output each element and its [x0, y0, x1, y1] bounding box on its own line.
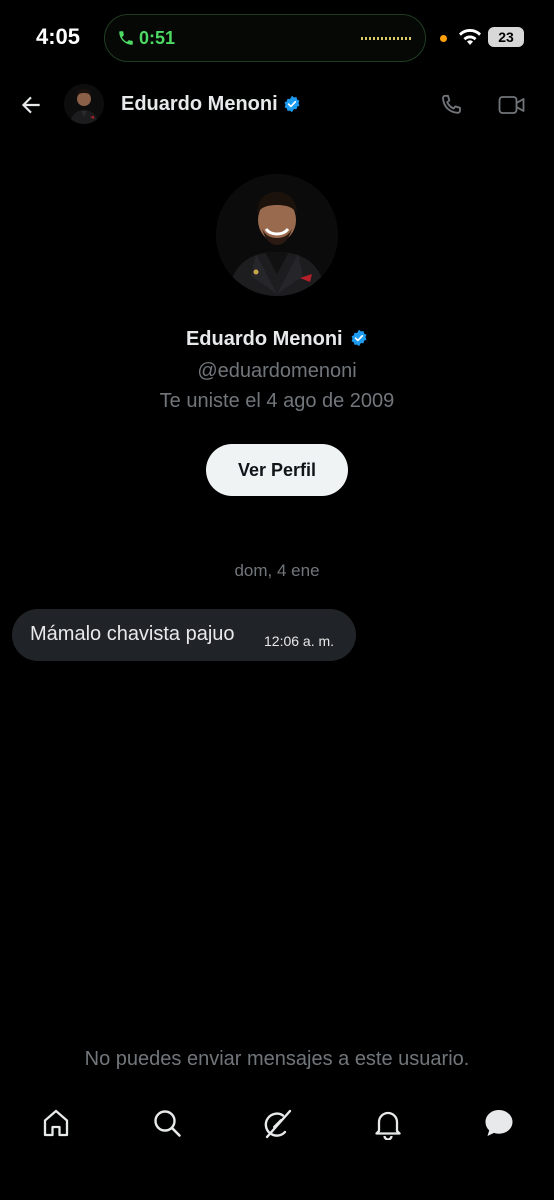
verified-badge-icon [284, 95, 300, 113]
profile-name-row: Eduardo Menoni [0, 328, 554, 351]
message-bubble[interactable]: Mámalo chavista pajuo 12:06 a. m. [12, 609, 356, 661]
view-profile-button[interactable]: Ver Perfil [206, 444, 348, 496]
wifi-icon [459, 28, 481, 45]
grok-icon[interactable] [263, 1108, 293, 1140]
audio-waveform [361, 37, 411, 40]
profile-avatar[interactable] [216, 174, 338, 296]
cannot-message-notice: No puedes enviar mensajes a este usuario… [84, 1048, 470, 1070]
date-separator: dom, 4 ene [234, 561, 320, 580]
active-call-pill[interactable]: 0:51 [104, 14, 426, 62]
message-text: Mámalo chavista pajuo [30, 623, 235, 645]
messages-icon[interactable] [484, 1108, 514, 1138]
search-icon[interactable] [152, 1108, 182, 1138]
back-arrow-icon[interactable] [18, 92, 44, 118]
profile-name: Eduardo Menoni [185, 328, 343, 350]
header-avatar[interactable] [64, 84, 104, 124]
home-icon[interactable] [42, 1108, 70, 1138]
message-time: 12:06 a. m. [264, 633, 335, 649]
header-name[interactable]: Eduardo Menoni [121, 93, 278, 116]
video-icon[interactable] [498, 93, 526, 117]
battery-indicator: 23 [488, 27, 524, 47]
verified-badge-icon [351, 329, 367, 347]
call-duration: 0:51 [139, 28, 176, 48]
bell-icon[interactable] [374, 1108, 402, 1140]
status-time: 4:05 [36, 24, 81, 49]
profile-handle: @eduardomenoni [197, 360, 357, 382]
call-phone-icon [119, 31, 133, 45]
profile-joined-date: Te uniste el 4 ago de 2009 [159, 390, 395, 412]
phone-icon[interactable] [438, 92, 464, 118]
mic-indicator-dot [440, 35, 447, 42]
